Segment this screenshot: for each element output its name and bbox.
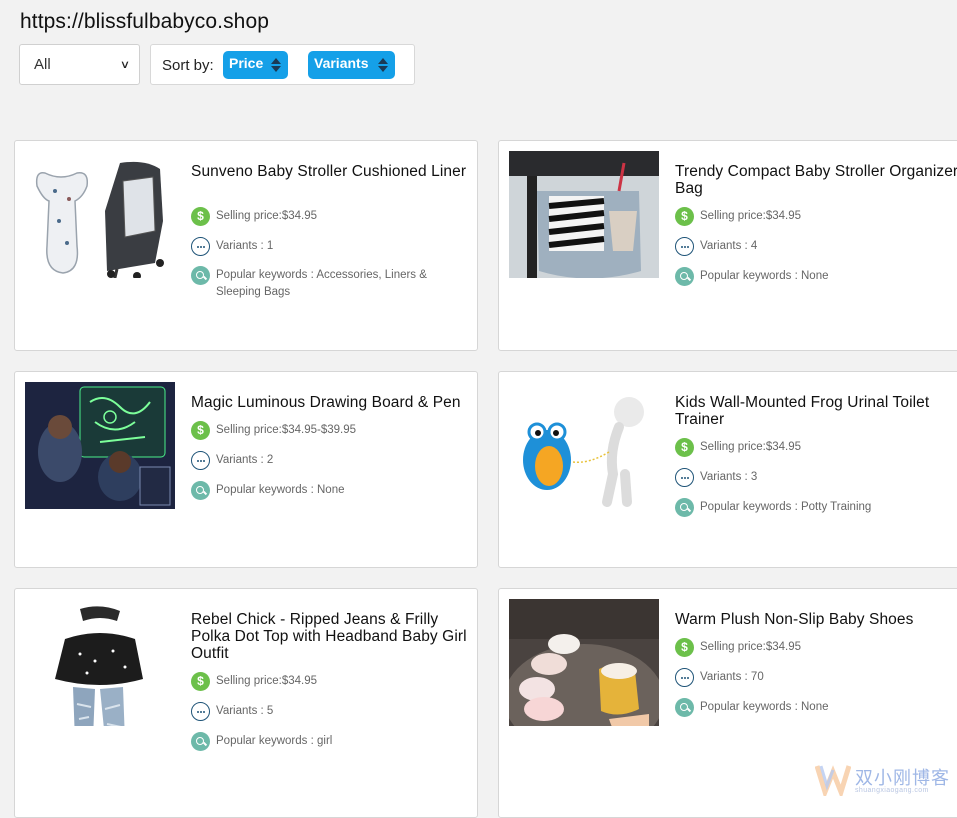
product-card[interactable]: Kids Wall-Mounted Frog Urinal Toilet Tra… (498, 371, 957, 568)
chevron-down-icon: ∨ (119, 59, 131, 71)
search-icon (675, 698, 694, 717)
product-card[interactable]: Rebel Chick - Ripped Jeans & Frilly Polk… (14, 588, 478, 818)
watermark: 双小刚博客 shuangxiaogang.com (814, 762, 955, 800)
watermark-subtext: shuangxiaogang.com (855, 787, 929, 794)
variants-row: Variants : 2 (191, 451, 273, 470)
product-keywords: Popular keywords : None (216, 484, 345, 496)
product-variants: Variants : 70 (700, 671, 764, 683)
product-card[interactable]: Sunveno Baby Stroller Cushioned Liner $ S… (14, 140, 478, 351)
product-card[interactable]: Magic Luminous Drawing Board & Pen $ Sell… (14, 371, 478, 568)
product-keywords: Popular keywords : None (700, 270, 829, 282)
search-icon (675, 498, 694, 517)
search-icon (675, 267, 694, 286)
product-price: Selling price:$34.95 (700, 210, 802, 222)
keywords-row: Popular keywords : Accessories, Liners &… (191, 266, 446, 301)
sort-variants-label: Variants (314, 55, 369, 71)
price-row: $ Selling price:$34.95 (191, 207, 317, 226)
product-price: Selling price:$34.95 (700, 441, 802, 453)
sort-arrows-icon (378, 58, 389, 72)
product-title[interactable]: Sunveno Baby Stroller Cushioned Liner (191, 163, 469, 180)
price-row: $ Selling price:$34.95-$39.95 (191, 421, 356, 440)
price-row: $ Selling price:$34.95 (675, 207, 801, 226)
product-price: Selling price:$34.95-$39.95 (216, 424, 357, 436)
product-variants: Variants : 4 (700, 240, 758, 252)
sort-price-label: Price (229, 55, 264, 71)
variants-row: Variants : 70 (675, 668, 764, 687)
product-keywords: Popular keywords : girl (216, 735, 333, 747)
more-dots-icon (675, 668, 694, 687)
variants-row: Variants : 3 (675, 468, 757, 487)
sort-variants-button[interactable]: Variants (308, 51, 395, 79)
dollar-icon: $ (191, 672, 210, 691)
product-title[interactable]: Rebel Chick - Ripped Jeans & Frilly Polk… (191, 611, 469, 662)
product-thumbnail[interactable] (25, 151, 175, 278)
product-keywords: Popular keywords : None (700, 701, 829, 713)
keywords-row: Popular keywords : None (675, 698, 828, 717)
price-row: $ Selling price:$34.95 (191, 672, 317, 691)
more-dots-icon (675, 468, 694, 487)
price-row: $ Selling price:$34.95 (675, 638, 801, 657)
product-thumbnail[interactable] (509, 382, 659, 509)
product-title[interactable]: Magic Luminous Drawing Board & Pen (191, 394, 469, 411)
product-variants: Variants : 3 (700, 471, 758, 483)
dollar-icon: $ (675, 438, 694, 457)
product-price: Selling price:$34.95 (700, 641, 802, 653)
dollar-icon: $ (191, 207, 210, 226)
product-price: Selling price:$34.95 (216, 675, 318, 687)
variants-row: Variants : 5 (191, 702, 273, 721)
product-thumbnail[interactable] (509, 151, 659, 278)
more-dots-icon (191, 237, 210, 256)
product-title[interactable]: Warm Plush Non-Slip Baby Shoes (675, 611, 957, 628)
more-dots-icon (191, 451, 210, 470)
keywords-row: Popular keywords : Potty Training (675, 498, 871, 517)
price-row: $ Selling price:$34.95 (675, 438, 801, 457)
product-variants: Variants : 5 (216, 705, 274, 717)
search-icon (191, 481, 210, 500)
product-price: Selling price:$34.95 (216, 210, 318, 222)
product-variants: Variants : 2 (216, 454, 274, 466)
keywords-row: Popular keywords : girl (191, 732, 332, 751)
product-title[interactable]: Trendy Compact Baby Stroller Organizer B… (675, 163, 957, 197)
sort-arrows-icon (271, 58, 282, 72)
variants-row: Variants : 1 (191, 237, 273, 256)
product-thumbnail[interactable] (509, 599, 659, 726)
keywords-row: Popular keywords : None (191, 481, 344, 500)
watermark-logo-icon (814, 765, 852, 800)
sort-price-button[interactable]: Price (223, 51, 288, 79)
dollar-icon: $ (675, 207, 694, 226)
product-thumbnail[interactable] (25, 599, 175, 726)
more-dots-icon (191, 702, 210, 721)
product-card[interactable]: Trendy Compact Baby Stroller Organizer B… (498, 140, 957, 351)
sort-bar: Sort by: Price Variants (150, 44, 415, 85)
product-keywords: Popular keywords : Potty Training (700, 501, 872, 513)
dollar-icon: $ (191, 421, 210, 440)
more-dots-icon (675, 237, 694, 256)
product-variants: Variants : 1 (216, 240, 274, 252)
keywords-row: Popular keywords : None (675, 267, 828, 286)
product-keywords: Popular keywords : Accessories, Liners &… (216, 269, 427, 298)
product-thumbnail[interactable] (25, 382, 175, 509)
dollar-icon: $ (675, 638, 694, 657)
filter-selected-value: All (34, 56, 51, 73)
sort-label: Sort by: (162, 57, 214, 74)
category-filter-select[interactable]: All ∨ (19, 44, 140, 85)
product-title[interactable]: Kids Wall-Mounted Frog Urinal Toilet Tra… (675, 394, 957, 428)
search-icon (191, 732, 210, 751)
search-icon (191, 266, 210, 285)
variants-row: Variants : 4 (675, 237, 757, 256)
site-url: https://blissfulbabyco.shop (20, 10, 270, 33)
